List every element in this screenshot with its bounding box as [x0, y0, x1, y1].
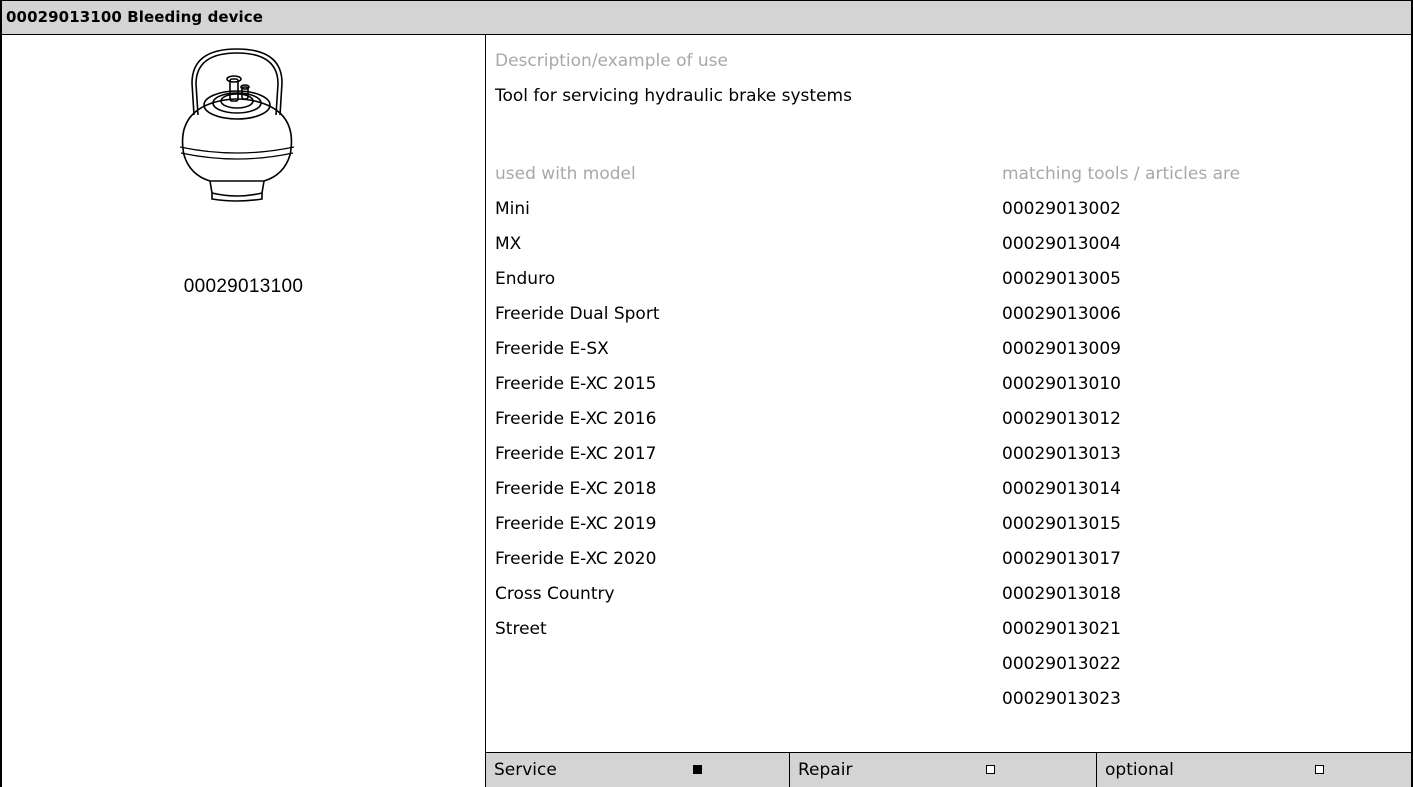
repair-label: Repair [798, 760, 853, 780]
bleeding-device-icon [179, 48, 295, 202]
tool-item: 00029013005 [1002, 269, 1121, 289]
tool-item: 00029013017 [1002, 549, 1121, 569]
model-item: Freeride E-XC 2017 [495, 444, 657, 464]
optional-cell: optional [1097, 753, 1411, 787]
title-bar: 00029013100 Bleeding device [2, 0, 1411, 35]
model-item: Freeride E-SX [495, 339, 609, 359]
tool-item: 00029013009 [1002, 339, 1121, 359]
tool-item: 00029013014 [1002, 479, 1121, 499]
tools-label: matching tools / articles are [1002, 164, 1241, 184]
model-list: Mini MX Enduro Freeride Dual Sport Freer… [495, 199, 660, 654]
optional-checkbox[interactable] [1315, 765, 1324, 774]
tool-item: 00029013013 [1002, 444, 1121, 464]
tool-item: 00029013010 [1002, 374, 1121, 394]
tool-item: 00029013002 [1002, 199, 1121, 219]
tool-item: 00029013022 [1002, 654, 1121, 674]
tool-item: 00029013012 [1002, 409, 1121, 429]
model-item: Freeride E-XC 2020 [495, 549, 657, 569]
model-item: Cross Country [495, 584, 615, 604]
service-label: Service [494, 760, 557, 780]
tool-item: 00029013015 [1002, 514, 1121, 534]
tool-item: 00029013021 [1002, 619, 1121, 639]
tool-item: 00029013023 [1002, 689, 1121, 709]
model-item: Freeride E-XC 2016 [495, 409, 657, 429]
image-caption: 00029013100 [183, 276, 304, 297]
service-checkbox[interactable] [693, 765, 702, 774]
model-item: Street [495, 619, 547, 639]
model-item: Enduro [495, 269, 556, 289]
model-item: Freeride E-XC 2018 [495, 479, 657, 499]
tool-list: 00029013002 00029013004 00029013005 0002… [1002, 199, 1121, 724]
model-item: Freeride E-XC 2019 [495, 514, 657, 534]
model-item: MX [495, 234, 522, 254]
description-text: Tool for servicing hydraulic brake syste… [495, 86, 852, 106]
model-item: Mini [495, 199, 530, 219]
model-item: Freeride E-XC 2015 [495, 374, 657, 394]
tool-item: 00029013004 [1002, 234, 1121, 254]
optional-label: optional [1105, 760, 1174, 780]
description-label: Description/example of use [495, 51, 729, 71]
usage-footer: Service Repair optional [486, 752, 1411, 787]
tool-item: 00029013006 [1002, 304, 1121, 324]
models-label: used with model [495, 164, 636, 184]
column-divider [485, 35, 486, 787]
tool-sheet: 00029013100 Bleeding device 00029013100 … [0, 0, 1413, 787]
repair-checkbox[interactable] [986, 765, 995, 774]
tool-item: 00029013018 [1002, 584, 1121, 604]
service-cell: Service [486, 753, 789, 787]
model-item: Freeride Dual Sport [495, 304, 660, 324]
repair-cell: Repair [790, 753, 1096, 787]
page-title: 00029013100 Bleeding device [6, 8, 264, 26]
